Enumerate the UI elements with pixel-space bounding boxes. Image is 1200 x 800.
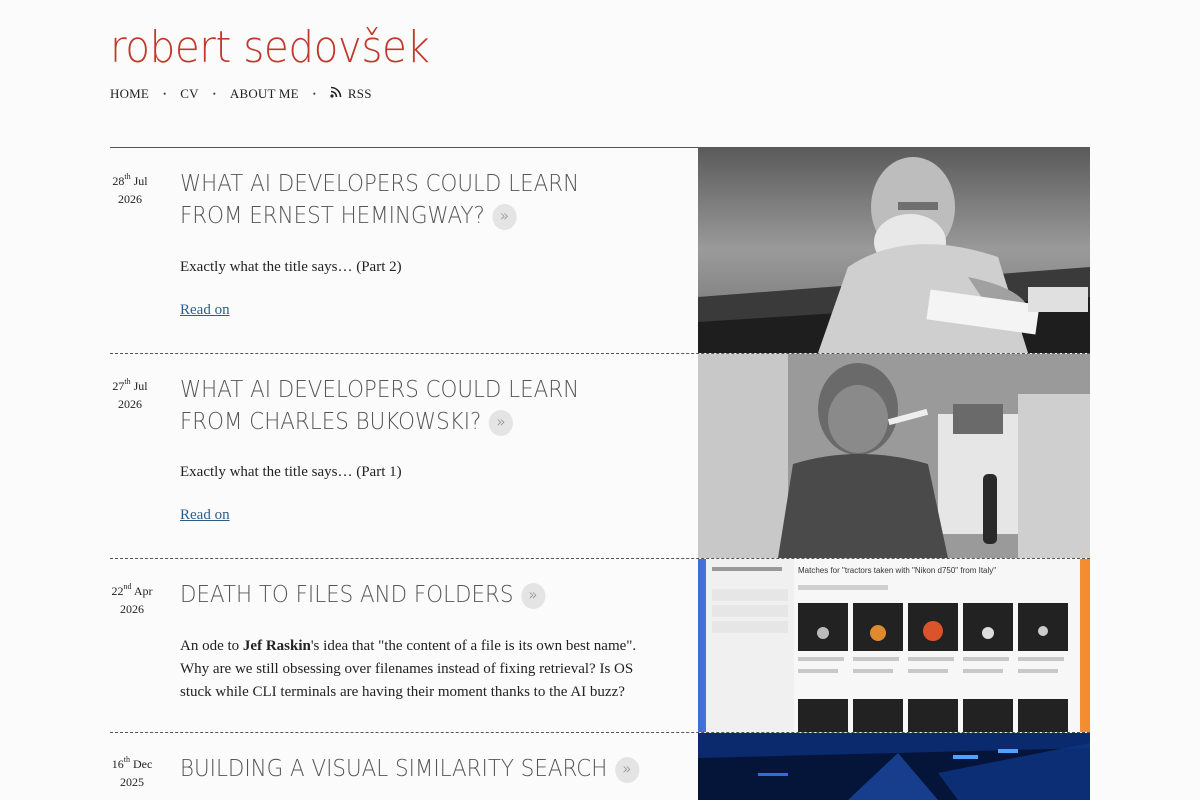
- read-on-link[interactable]: Read on: [180, 507, 230, 524]
- post-excerpt: An ode to Jef Raskin's idea that "the co…: [180, 638, 637, 700]
- read-more-button[interactable]: »: [614, 757, 639, 783]
- nav-separator: •: [163, 89, 167, 99]
- post-item: 28th Jul 2026 WHAT AI DEVELOPERS COULD L…: [110, 147, 1090, 354]
- site-title[interactable]: robert sedovšek: [110, 26, 430, 70]
- post-title[interactable]: BUILDING A VISUAL SIMILARITY SEARCH»: [180, 753, 664, 785]
- post-thumbnail-search-ui[interactable]: Matches for "tractors taken with "Nikon …: [698, 559, 1090, 732]
- post-item: 22nd Apr 2026 DEATH TO FILES AND FOLDERS…: [110, 559, 1090, 733]
- post-date: 22nd Apr 2026: [111, 582, 153, 617]
- main-nav: HOME • CV • ABOUT ME • RSS: [110, 86, 372, 102]
- nav-home[interactable]: HOME: [110, 86, 149, 102]
- nav-separator: •: [312, 89, 316, 99]
- svg-text:Matches for "tractors taken wi: Matches for "tractors taken with "Nikon …: [798, 566, 996, 575]
- nav-rss[interactable]: RSS: [330, 86, 372, 102]
- post-item: 27th Jul 2026 WHAT AI DEVELOPERS COULD L…: [110, 354, 1090, 559]
- read-more-button[interactable]: »: [520, 583, 546, 609]
- post-thumbnail-hemingway[interactable]: [698, 147, 1090, 353]
- post-title[interactable]: DEATH TO FILES AND FOLDERS»: [180, 579, 589, 611]
- read-more-button[interactable]: »: [492, 204, 517, 230]
- rss-icon: [330, 86, 342, 98]
- nav-separator: •: [212, 89, 216, 99]
- read-on-link[interactable]: Read on: [180, 302, 230, 319]
- post-title[interactable]: WHAT AI DEVELOPERS COULD LEARN FROM CHAR…: [180, 374, 589, 438]
- nav-about-me[interactable]: ABOUT ME: [230, 86, 299, 102]
- nav-cv[interactable]: CV: [180, 86, 198, 102]
- post-thumbnail-bukowski[interactable]: [698, 354, 1090, 558]
- excerpt-bold-name: Jef Raskin: [242, 638, 311, 654]
- post-item: 16th Dec 2025 BUILDING A VISUAL SIMILARI…: [110, 733, 1090, 800]
- post-date: 28th Jul 2026: [112, 172, 148, 207]
- post-date: 16th Dec 2025: [111, 755, 153, 790]
- post-thumbnail-similarity[interactable]: [698, 733, 1090, 800]
- post-excerpt: Exactly what the title says… (Part 2): [180, 259, 402, 275]
- post-title[interactable]: WHAT AI DEVELOPERS COULD LEARN FROM ERNE…: [180, 168, 589, 232]
- post-excerpt: Exactly what the title says… (Part 1): [180, 464, 402, 480]
- read-more-button[interactable]: »: [488, 410, 513, 436]
- nav-rss-label: RSS: [347, 86, 372, 101]
- post-date: 27th Jul 2026: [112, 377, 148, 412]
